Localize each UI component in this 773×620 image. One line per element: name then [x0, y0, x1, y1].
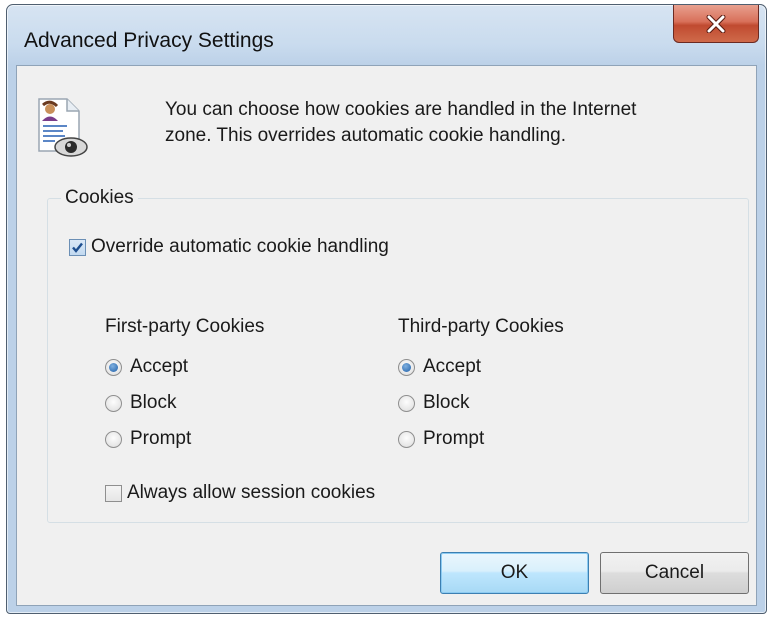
third-party-block-label: Block [423, 392, 470, 413]
first-party-prompt-row[interactable]: Prompt [105, 428, 191, 450]
first-party-block-row[interactable]: Block [105, 392, 176, 414]
first-party-block-label: Block [130, 392, 177, 413]
cookies-group-label: Cookies [61, 187, 138, 209]
session-checkbox[interactable] [105, 484, 122, 502]
first-party-accept-radio[interactable] [105, 358, 122, 376]
first-party-accept-label: Accept [130, 356, 189, 377]
override-checkbox-row[interactable]: Override automatic cookie handling [69, 236, 389, 258]
ok-button[interactable]: OK [440, 552, 589, 594]
override-label: Override automatic cookie handling [91, 236, 389, 257]
third-party-prompt-radio[interactable] [398, 430, 415, 448]
session-label: Always allow session cookies [127, 482, 376, 503]
intro-text: You can choose how cookies are handled i… [165, 99, 637, 146]
third-party-prompt-label: Prompt [423, 428, 485, 449]
third-party-header: Third-party Cookies [398, 316, 564, 337]
session-checkbox-row[interactable]: Always allow session cookies [105, 482, 375, 504]
dialog-title: Advanced Privacy Settings [24, 29, 274, 52]
third-party-accept-radio[interactable] [398, 358, 415, 376]
first-party-block-radio[interactable] [105, 394, 122, 412]
override-checkbox[interactable] [69, 238, 86, 256]
first-party-accept-row[interactable]: Accept [105, 356, 188, 378]
dialog-window: Advanced Privacy Settings You can choose… [6, 4, 767, 614]
checkmark-icon [72, 242, 83, 253]
first-party-prompt-label: Prompt [130, 428, 192, 449]
cancel-button[interactable]: Cancel [600, 552, 749, 594]
close-icon [706, 14, 726, 33]
third-party-prompt-row[interactable]: Prompt [398, 428, 484, 450]
close-button[interactable] [673, 5, 759, 43]
privacy-document-eye-icon [38, 98, 88, 157]
first-party-header: First-party Cookies [105, 316, 265, 337]
dialog-content: You can choose how cookies are handled i… [16, 65, 757, 606]
third-party-block-radio[interactable] [398, 394, 415, 412]
first-party-prompt-radio[interactable] [105, 430, 122, 448]
third-party-accept-row[interactable]: Accept [398, 356, 481, 378]
third-party-accept-label: Accept [423, 356, 482, 377]
third-party-block-row[interactable]: Block [398, 392, 469, 414]
title-bar[interactable]: Advanced Privacy Settings [7, 5, 766, 65]
